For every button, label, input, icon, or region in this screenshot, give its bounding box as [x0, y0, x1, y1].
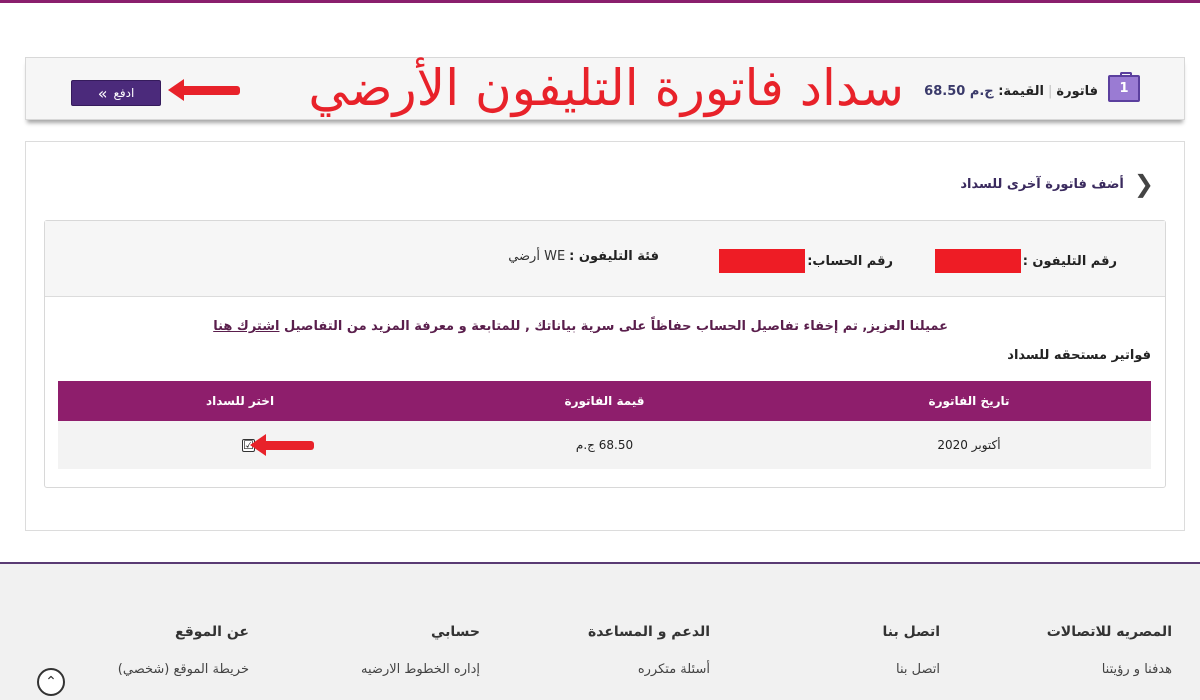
- footer-link[interactable]: هدفنا و رؤيتنا: [1047, 662, 1172, 677]
- footer-column-about: عن الموقع خريطة الموقع (شخصي): [118, 624, 249, 677]
- main-panel: ❮ أضف فاتورة آخرى للسداد رقم التليفون : …: [25, 141, 1185, 531]
- notice-text: عميلنا العزيز, تم إخفاء تفاصيل الحساب حف…: [279, 319, 948, 334]
- header-bill-date: تاريخ الفاتورة: [928, 394, 1010, 408]
- header-bill-amount: قيمة الفاتورة: [564, 394, 645, 408]
- chevron-left-icon: ❮: [1133, 170, 1154, 198]
- subscribe-link[interactable]: اشترك هنا: [213, 319, 279, 334]
- cart-count: 1: [1119, 81, 1129, 96]
- footer-link[interactable]: إداره الخطوط الارضيه: [361, 662, 480, 677]
- footer-heading: عن الموقع: [175, 624, 249, 640]
- bill-details-box: رقم التليفون : رقم الحساب: فئة التليفون …: [44, 220, 1166, 488]
- due-bills-title: فواتير مستحقه للسداد: [1007, 348, 1151, 363]
- cart-badge-icon: 1: [1108, 72, 1140, 102]
- header-select: اختر للسداد: [205, 394, 275, 408]
- double-chevron-icon: »: [97, 83, 108, 103]
- table-header: تاريخ الفاتورة قيمة الفاتورة اختر للسداد: [58, 381, 1151, 421]
- account-number-item: رقم الحساب:: [717, 249, 893, 273]
- footer-heading: حسابي: [430, 624, 480, 640]
- chevron-up-icon: ⌃: [45, 674, 57, 690]
- bills-table: تاريخ الفاتورة قيمة الفاتورة اختر للسداد…: [58, 381, 1151, 469]
- table-row: أكتوبر 2020 68.50 ج.م ☑: [58, 421, 1151, 469]
- overlay-title: سداد فاتورة التليفون الأرضي: [308, 59, 904, 117]
- footer-link[interactable]: اتصل بنا: [883, 662, 940, 677]
- bill-amount-cell: 68.50 ج.م: [575, 438, 634, 452]
- bill-label: فاتورة: [1056, 84, 1098, 99]
- category-label: فئة التليفون :: [569, 249, 659, 264]
- account-label: رقم الحساب:: [807, 253, 893, 269]
- phone-label: رقم التليفون :: [1022, 253, 1117, 269]
- summary-separator: |: [1048, 84, 1053, 99]
- value-amount: ج.م 68.50: [924, 84, 994, 99]
- footer-column-account: حسابي إداره الخطوط الارضيه: [361, 624, 480, 677]
- phone-redacted: [934, 249, 1021, 273]
- bill-date-cell: أكتوبر 2020: [937, 438, 1001, 452]
- privacy-notice: عميلنا العزيز, تم إخفاء تفاصيل الحساب حف…: [213, 319, 948, 334]
- top-accent-line: [0, 0, 1200, 3]
- footer-link[interactable]: أسئلة متكرره: [588, 662, 710, 677]
- account-redacted: [719, 249, 806, 273]
- site-footer: المصريه للاتصالات هدفنا و رؤيتنا اتصل بن…: [0, 564, 1200, 700]
- footer-heading: المصريه للاتصالات: [1046, 624, 1172, 640]
- footer-heading: اتصل بنا: [882, 624, 940, 640]
- value-label: القيمة:: [998, 84, 1045, 99]
- annotation-arrow-icon: [168, 79, 240, 101]
- footer-column-company: المصريه للاتصالات هدفنا و رؤيتنا: [1047, 624, 1172, 677]
- footer-link[interactable]: خريطة الموقع (شخصي): [118, 662, 249, 677]
- select-cell: ☑: [58, 421, 422, 469]
- phone-category-item: فئة التليفون : WE أرضي: [508, 249, 659, 264]
- add-another-bill-link[interactable]: ❮ أضف فاتورة آخرى للسداد: [960, 172, 1154, 196]
- annotation-arrow-icon: [250, 434, 314, 456]
- footer-column-support: الدعم و المساعدة أسئلة متكرره: [588, 624, 710, 677]
- footer-column-contact: اتصل بنا اتصل بنا: [883, 624, 940, 677]
- pay-button-label: ادفع: [113, 86, 135, 100]
- phone-number-item: رقم التليفون :: [933, 249, 1117, 273]
- add-bill-label: أضف فاتورة آخرى للسداد: [960, 176, 1124, 192]
- category-value: WE أرضي: [508, 249, 566, 264]
- footer-heading: الدعم و المساعدة: [588, 624, 710, 640]
- pay-button[interactable]: ادفع »: [71, 80, 161, 106]
- summary-text: فاتورة|القيمة: ج.م 68.50: [924, 84, 1098, 99]
- account-info-row: رقم التليفون : رقم الحساب: فئة التليفون …: [45, 221, 1165, 297]
- bill-summary-bar: 1 فاتورة|القيمة: ج.م 68.50 سداد فاتورة ا…: [25, 57, 1185, 120]
- scroll-to-top-button[interactable]: ⌃: [37, 668, 65, 696]
